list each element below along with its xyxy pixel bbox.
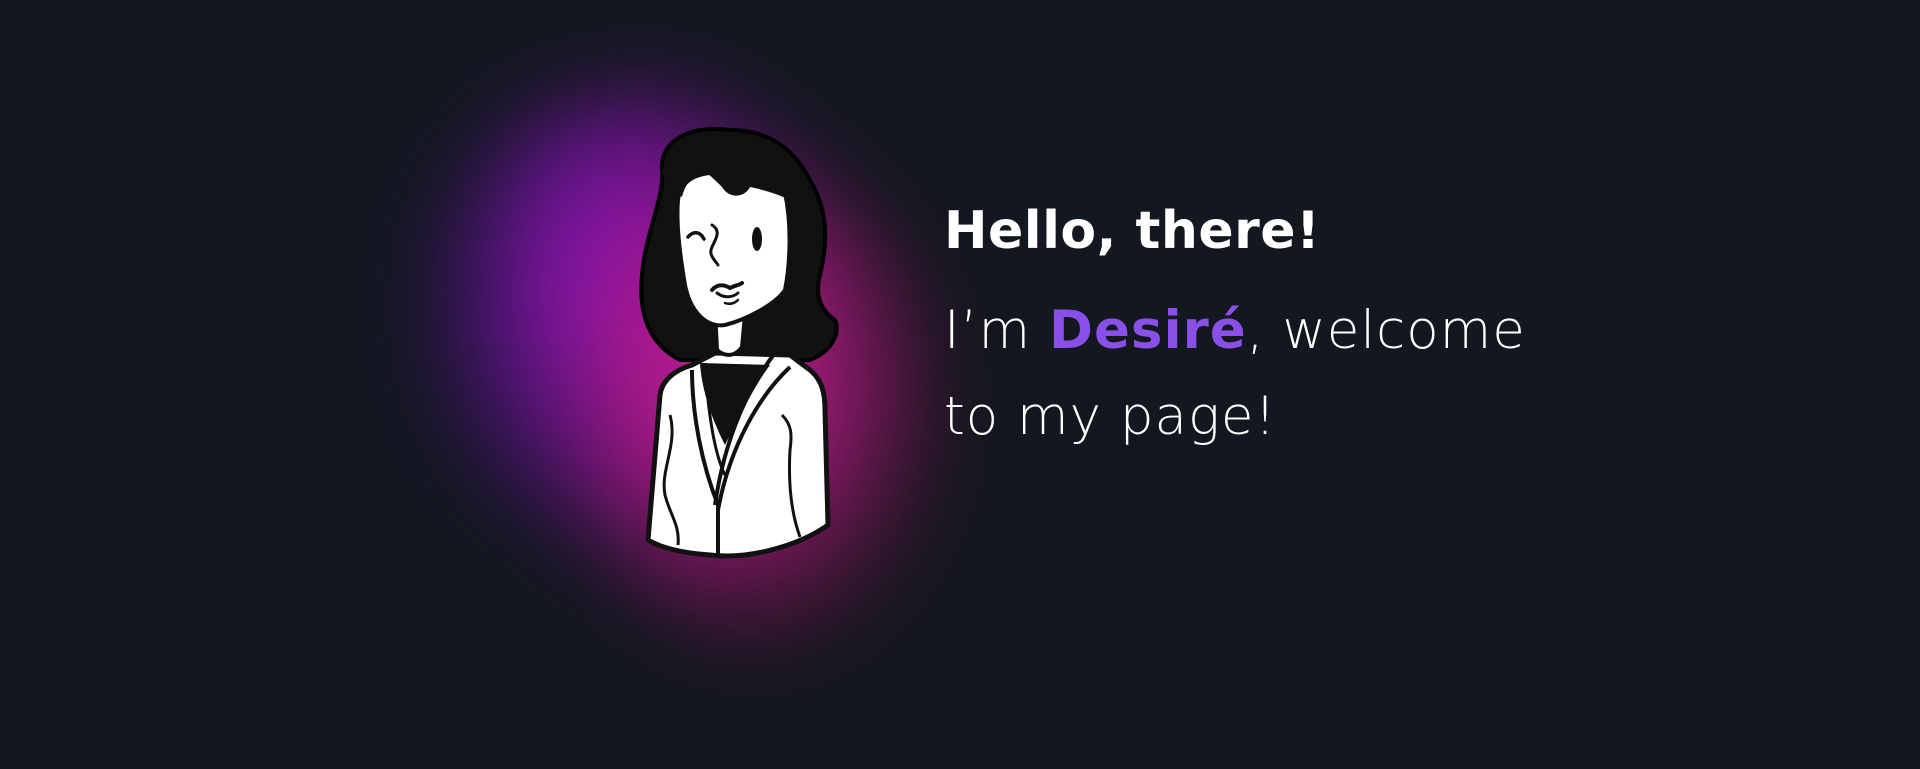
woman-portrait-illustration-icon <box>639 127 839 559</box>
intro-text: I’m Desiré, welcome to my page! <box>944 288 1564 460</box>
greeting-heading: Hello, there! <box>944 201 1321 261</box>
hero-text: Hello, there! I’m Desiré, welcome to my p… <box>944 200 1564 460</box>
owner-name: Desiré <box>1048 300 1247 362</box>
intro-line-2: to my page! <box>944 386 1277 448</box>
hero-page: Hello, there! I’m Desiré, welcome to my p… <box>0 0 1920 769</box>
intro-prefix: I’m <box>944 300 1049 362</box>
intro-suffix: , welcome <box>1246 300 1526 362</box>
